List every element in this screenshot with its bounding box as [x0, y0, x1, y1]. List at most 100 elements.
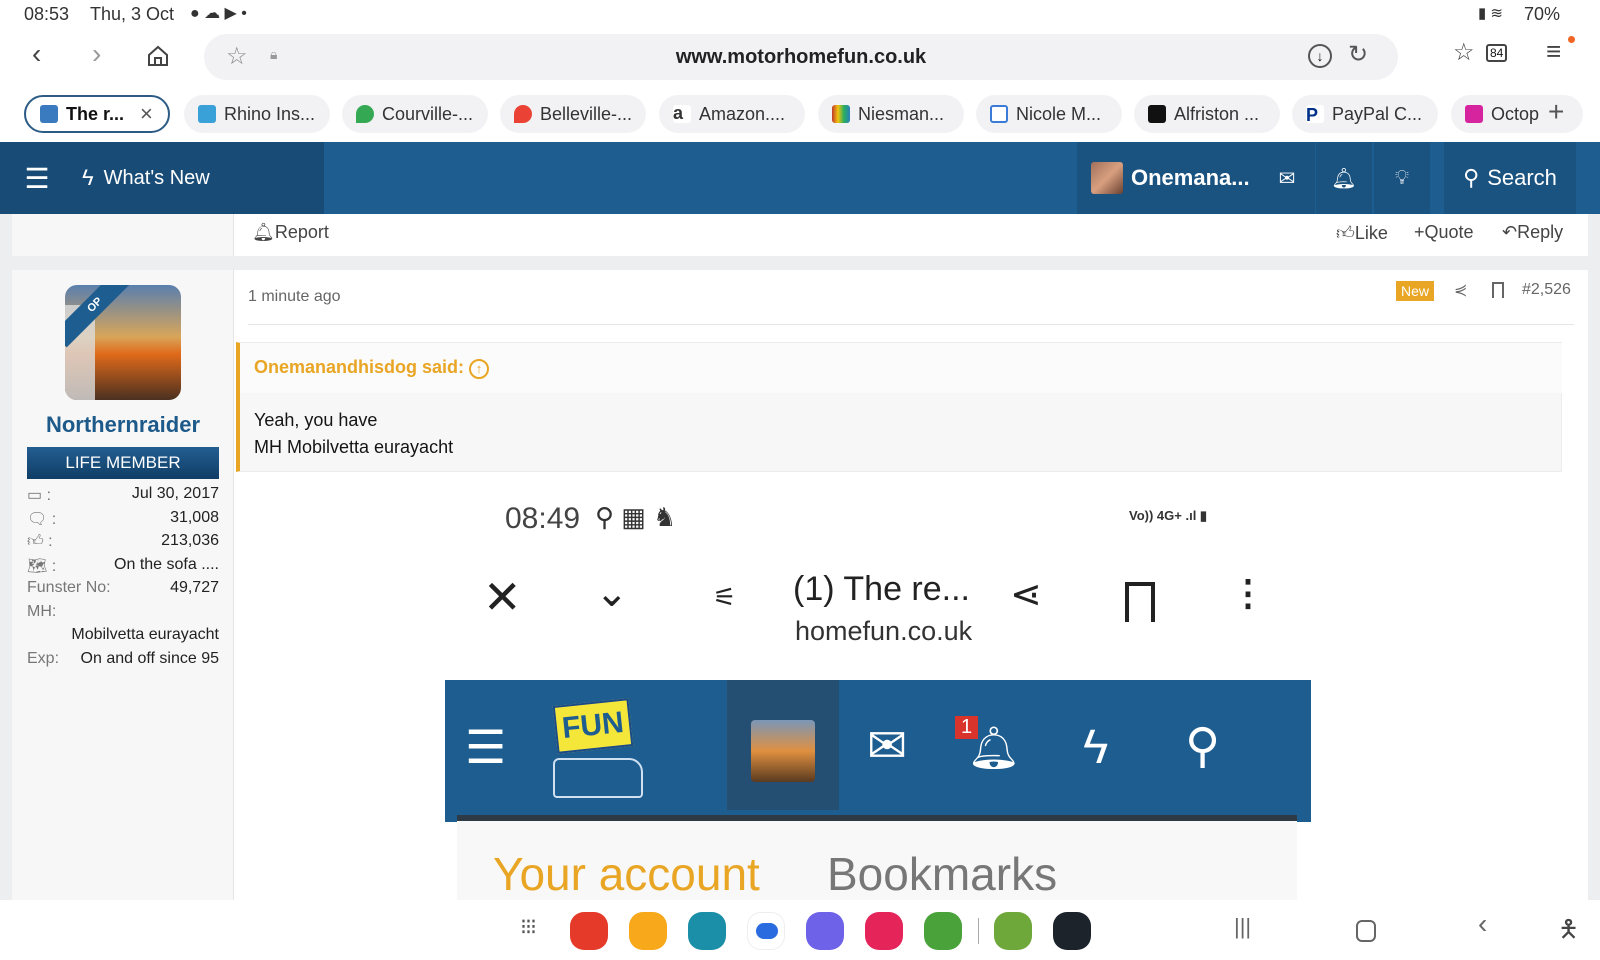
tab-label: Octop — [1491, 103, 1540, 124]
lightbulb-icon[interactable]: 💡︎ — [1374, 142, 1430, 214]
reply-link[interactable]: ↶Reply — [1502, 222, 1563, 243]
system-status-bar: 08:53 Thu, 3 Oct ● ☁ ▶ • ▮ ≋ 70% — [0, 0, 1600, 30]
stat-mh-label: MH: — [27, 603, 57, 620]
embedded-url: homefun.co.uk — [795, 616, 973, 646]
bookmark-icon — [1125, 582, 1155, 622]
post-time[interactable]: 1 minute ago — [248, 288, 341, 306]
app-icon-notes[interactable] — [570, 912, 608, 950]
app-icon-calendar[interactable] — [688, 912, 726, 950]
stat-messages: 🗨︎ :31,008 — [27, 509, 219, 528]
accessibility-icon[interactable]: 🯅 — [1558, 912, 1579, 953]
inbox-icon[interactable]: ✉ — [1259, 142, 1315, 214]
app-icon-game[interactable] — [994, 912, 1032, 950]
forward-icon[interactable]: › — [92, 38, 101, 70]
search-icon: ⚲ — [1463, 165, 1480, 190]
bookmark-icon[interactable] — [1492, 282, 1504, 298]
like-link[interactable]: 👍︎Like — [1336, 222, 1388, 244]
back-icon[interactable]: ‹ — [32, 38, 41, 70]
avatar — [1091, 162, 1123, 194]
chevron-down-icon: ⌄ — [595, 571, 629, 615]
network-indicator: Vo)) 4G+ .ıl ▮ — [1129, 508, 1208, 523]
tab-label: Belleville-... — [540, 103, 633, 124]
lightning-icon: ϟ — [1083, 721, 1109, 774]
download-icon[interactable]: ↓ — [1308, 44, 1332, 68]
avatar — [751, 720, 815, 782]
whats-new-link[interactable]: ϟ What's New — [82, 142, 222, 214]
messages-icon: 🗨︎ : — [27, 511, 57, 528]
location-icon: ⚲ ▦ ♞ — [595, 502, 677, 532]
motorhomefun-logo: FUN — [552, 698, 634, 754]
tab-label: Alfriston ... — [1174, 103, 1260, 124]
embedded-page-title: (1) The re... — [793, 570, 970, 608]
back-button-icon[interactable]: ‹ — [1478, 908, 1487, 940]
reload-icon[interactable]: ↻ — [1348, 40, 1368, 69]
tab-strip: The r... × Rhino Ins... Courville-... Bel… — [0, 88, 1600, 142]
quote-author[interactable]: Onemanandhisdog said: ↑ — [254, 357, 490, 379]
share-icon: ⋖ — [1010, 574, 1042, 616]
embedded-screenshot[interactable]: 08:49 ⚲ ▦ ♞ Vo)) 4G+ .ıl ▮ ✕ ⌄ ⚟ (1) The… — [445, 490, 1311, 900]
thumbs-up-icon: 👍︎ : — [27, 533, 53, 550]
tab-label: Amazon.... — [699, 103, 786, 124]
user-avatar[interactable]: OP — [65, 285, 181, 400]
close-icon: ✕ — [483, 571, 522, 623]
app-icon-calculator[interactable] — [924, 912, 962, 950]
quote-link[interactable]: +Quote — [1414, 222, 1474, 243]
jump-up-icon: ↑ — [469, 359, 490, 379]
more-icon: ⋮ — [1230, 572, 1266, 613]
stat-mh: Mobilvetta eurayacht — [71, 626, 219, 643]
menu-icon[interactable]: ≡ — [1546, 36, 1561, 67]
embedded-clock: 08:49 — [505, 502, 581, 535]
tab[interactable]: Belleville-... — [500, 95, 646, 133]
tab[interactable]: Alfriston ... — [1134, 95, 1280, 133]
tab-your-account: Your account — [493, 848, 760, 900]
stat-joined: ▭ : Jul 30, 2017 — [27, 485, 219, 504]
user-rank-banner: LIFE MEMBER — [27, 447, 219, 479]
home-icon[interactable] — [146, 44, 170, 68]
post-number[interactable]: #2,526 — [1522, 281, 1571, 299]
app-icon-internet[interactable] — [806, 912, 844, 950]
stat-location: 🗺︎ : On the sofa .... — [27, 556, 219, 575]
tab-label: Courville-... — [382, 103, 474, 124]
tune-icon: ⚟ — [713, 582, 737, 612]
tab[interactable]: Nicole M... — [976, 95, 1122, 133]
lightning-icon: ϟ — [82, 165, 94, 190]
search-icon: ⚲ — [1185, 720, 1221, 773]
alerts-bell-icon[interactable]: 🔔︎ — [1316, 142, 1372, 214]
username[interactable]: Northernraider — [12, 412, 234, 438]
app-icon-files[interactable] — [629, 912, 667, 950]
hamburger-menu-icon[interactable]: ☰ — [16, 142, 58, 214]
share-icon[interactable]: ⋞ — [1454, 280, 1467, 300]
notification-dot — [1568, 36, 1575, 43]
bookmarks-icon[interactable]: ☆ — [1453, 38, 1475, 67]
quote-text: Yeah, you have MH Mobilvetta eurayacht — [254, 410, 454, 457]
new-tab-icon[interactable]: + — [1548, 96, 1564, 128]
url-text[interactable]: www.motorhomefun.co.uk — [204, 46, 1398, 69]
tab[interactable]: Rhino Ins... — [184, 95, 330, 133]
recent-apps-icon[interactable]: ||| — [1234, 914, 1251, 940]
notification-icons: ● ☁ ▶ • — [190, 5, 247, 22]
app-icon-messages[interactable] — [747, 912, 785, 950]
map-icon: 🗺︎ : — [27, 558, 57, 575]
report-link[interactable]: 🔔︎Report — [252, 222, 329, 243]
close-tab-icon[interactable]: × — [140, 101, 153, 127]
app-drawer-icon[interactable]: ⁝⁝⁝ — [520, 914, 537, 940]
app-icon-camera[interactable] — [865, 912, 903, 950]
tab-count-button[interactable]: 84 — [1486, 44, 1508, 62]
previous-post-footer: 🔔︎Report 👍︎Like +Quote ↶Reply — [12, 214, 1588, 256]
tab[interactable]: P PayPal C... — [1292, 95, 1438, 133]
tab-active[interactable]: The r... × — [24, 95, 170, 133]
tab-favicon — [40, 105, 58, 123]
tab[interactable]: a Amazon.... — [659, 95, 805, 133]
clock: 08:53 — [24, 4, 70, 24]
tab-label: Nicole M... — [1016, 103, 1102, 124]
stat-reactions: 👍︎ :213,036 — [27, 532, 219, 550]
op-ribbon: OP — [65, 285, 138, 348]
calendar-icon: ▭ : — [27, 487, 52, 504]
home-button-icon[interactable] — [1356, 920, 1376, 942]
search-button[interactable]: ⚲ Search — [1444, 142, 1576, 214]
embedded-navbar: ☰ FUN ✉ 1 🔔︎ ϟ ⚲ — [445, 680, 1311, 822]
tab[interactable]: Courville-... — [342, 95, 488, 133]
address-bar[interactable]: ☆ 🔒︎ www.motorhomefun.co.uk ↓ ↻ — [204, 34, 1398, 80]
app-icon-channel5[interactable] — [1053, 912, 1091, 950]
tab[interactable]: Niesman... — [818, 95, 964, 133]
